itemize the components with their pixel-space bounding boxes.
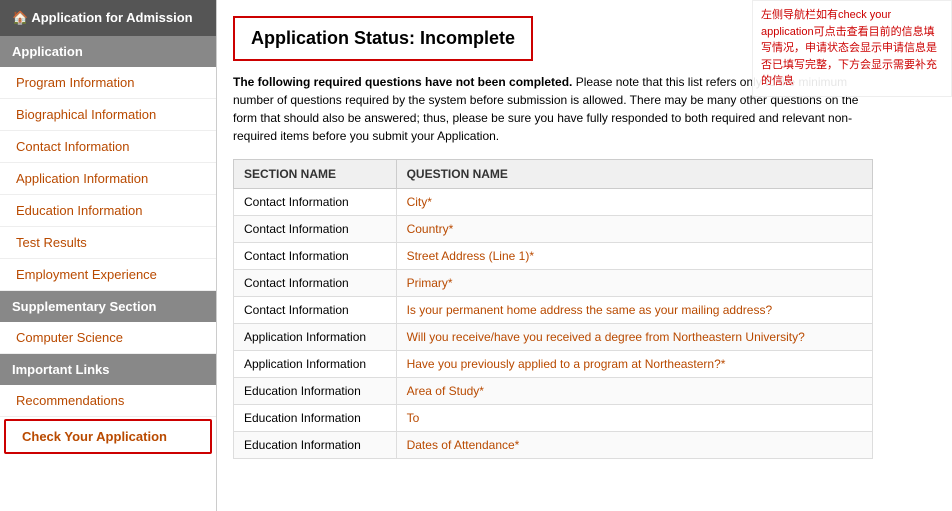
table-row: Education InformationArea of Study* <box>234 378 873 405</box>
sidebar-section-application: Application <box>0 36 216 67</box>
table-cell-question: Will you receive/have you received a deg… <box>396 324 872 351</box>
sidebar-item-biographical-information[interactable]: Biographical Information <box>0 99 216 131</box>
table-cell-question: City* <box>396 189 872 216</box>
table-row: Contact InformationCity* <box>234 189 873 216</box>
table-cell-question: Is your permanent home address the same … <box>396 297 872 324</box>
sidebar-item-contact-information[interactable]: Contact Information <box>0 131 216 163</box>
sidebar-item-application-information[interactable]: Application Information <box>0 163 216 195</box>
intro-bold: The following required questions have no… <box>233 75 572 89</box>
table-cell-section: Contact Information <box>234 216 397 243</box>
incomplete-questions-table: SECTION NAME QUESTION NAME Contact Infor… <box>233 159 873 459</box>
sidebar: 🏠 Application for Admission Application … <box>0 0 217 511</box>
table-row: Education InformationDates of Attendance… <box>234 432 873 459</box>
table-cell-section: Contact Information <box>234 297 397 324</box>
sidebar-item-program-information[interactable]: Program Information <box>0 67 216 99</box>
table-cell-question: To <box>396 405 872 432</box>
table-cell-question: Have you previously applied to a program… <box>396 351 872 378</box>
table-cell-question: Street Address (Line 1)* <box>396 243 872 270</box>
table-cell-section: Contact Information <box>234 270 397 297</box>
table-cell-section: Contact Information <box>234 243 397 270</box>
table-row: Contact InformationStreet Address (Line … <box>234 243 873 270</box>
sidebar-section-important-links: Important Links <box>0 354 216 385</box>
table-cell-question: Area of Study* <box>396 378 872 405</box>
table-cell-section: Application Information <box>234 351 397 378</box>
table-cell-section: Education Information <box>234 405 397 432</box>
table-row: Contact InformationPrimary* <box>234 270 873 297</box>
sidebar-header: 🏠 Application for Admission <box>0 0 216 36</box>
table-col-section: SECTION NAME <box>234 160 397 189</box>
sidebar-item-check-your-application[interactable]: Check Your Application <box>4 419 212 454</box>
status-title: Application Status: Incomplete <box>251 28 515 49</box>
sidebar-section-supplementary: Supplementary Section <box>0 291 216 322</box>
table-cell-section: Application Information <box>234 324 397 351</box>
sidebar-item-computer-science[interactable]: Computer Science <box>0 322 216 354</box>
table-row: Application InformationHave you previous… <box>234 351 873 378</box>
sidebar-item-test-results[interactable]: Test Results <box>0 227 216 259</box>
table-row: Contact InformationCountry* <box>234 216 873 243</box>
table-cell-section: Contact Information <box>234 189 397 216</box>
sidebar-item-recommendations[interactable]: Recommendations <box>0 385 216 417</box>
table-cell-question: Country* <box>396 216 872 243</box>
table-cell-question: Primary* <box>396 270 872 297</box>
table-row: Education InformationTo <box>234 405 873 432</box>
status-box: Application Status: Incomplete <box>233 16 533 61</box>
table-cell-section: Education Information <box>234 432 397 459</box>
table-col-question: QUESTION NAME <box>396 160 872 189</box>
table-row: Application InformationWill you receive/… <box>234 324 873 351</box>
table-row: Contact InformationIs your permanent hom… <box>234 297 873 324</box>
sidebar-item-employment-experience[interactable]: Employment Experience <box>0 259 216 291</box>
table-cell-question: Dates of Attendance* <box>396 432 872 459</box>
table-cell-section: Education Information <box>234 378 397 405</box>
annotation-box: 左侧导航栏如有check your application可点击查看目前的信息填… <box>752 0 952 97</box>
main-content: 左侧导航栏如有check your application可点击查看目前的信息填… <box>217 0 952 511</box>
sidebar-item-education-information[interactable]: Education Information <box>0 195 216 227</box>
